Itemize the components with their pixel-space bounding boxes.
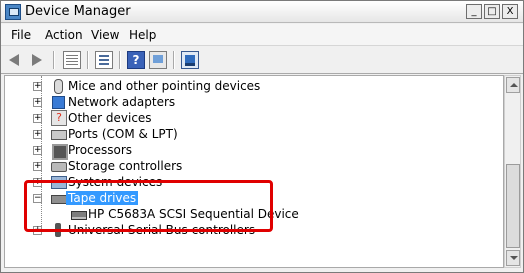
tree-item-label: Ports (COM & LPT) <box>68 127 178 141</box>
tree-item-label: Processors <box>68 143 133 157</box>
tree-item-label: Network adapters <box>68 95 176 109</box>
toolbar-separator <box>119 51 121 69</box>
annotation-highlight-box <box>24 180 273 232</box>
help-icon[interactable]: ? <box>127 51 145 69</box>
menu-action[interactable]: Action <box>45 28 83 42</box>
toolbar-separator <box>87 51 89 69</box>
expand-icon[interactable]: + <box>33 146 42 155</box>
network-adapter-icon <box>50 94 66 110</box>
device-manager-icon <box>5 4 21 20</box>
scroll-up-icon[interactable] <box>506 77 520 93</box>
storage-controller-icon <box>50 158 67 174</box>
menu-view[interactable]: View <box>91 28 119 42</box>
processor-icon <box>50 142 68 160</box>
tree-item-ports[interactable]: + Ports (COM & LPT) <box>5 126 503 142</box>
toolbar-separator <box>173 51 175 69</box>
scrollbar-thumb[interactable] <box>506 164 520 248</box>
toolbar-separator <box>53 51 55 69</box>
device-tree[interactable]: + Mice and other pointing devices + Netw… <box>4 75 504 268</box>
menu-bar: File Action View Help <box>1 24 523 46</box>
expand-icon[interactable]: + <box>33 114 42 123</box>
menu-file[interactable]: File <box>11 28 31 42</box>
expand-icon[interactable]: + <box>33 162 42 171</box>
expand-icon[interactable]: + <box>33 98 42 107</box>
back-icon[interactable] <box>7 51 25 69</box>
window-title: Device Manager <box>25 4 131 19</box>
tree-item-label: Other devices <box>68 111 152 125</box>
device-manager-window: Device Manager _ □ X File Action View He… <box>0 0 524 273</box>
tree-item-mice[interactable]: + Mice and other pointing devices <box>5 78 503 94</box>
expand-icon[interactable]: + <box>33 82 42 91</box>
title-bar: Device Manager _ □ X <box>1 1 523 23</box>
tree-item-storage-controllers[interactable]: + Storage controllers <box>5 158 503 174</box>
show-hide-console-tree-icon[interactable] <box>63 51 81 69</box>
tree-item-processors[interactable]: + Processors <box>5 142 503 160</box>
expand-icon[interactable]: + <box>33 130 42 139</box>
tree-item-other-devices[interactable]: + Other devices <box>5 110 503 126</box>
tree-item-label: Storage controllers <box>68 159 183 173</box>
tree-item-label: Mice and other pointing devices <box>68 79 261 93</box>
minimize-button[interactable]: _ <box>466 4 482 19</box>
menu-help[interactable]: Help <box>129 28 156 42</box>
other-devices-icon <box>50 110 67 126</box>
update-driver-icon[interactable] <box>149 51 167 69</box>
scroll-down-icon[interactable] <box>506 250 520 266</box>
scan-hardware-icon[interactable] <box>181 51 199 69</box>
mouse-icon <box>50 78 66 94</box>
close-button[interactable]: X <box>502 4 518 19</box>
tree-item-network-adapters[interactable]: + Network adapters <box>5 94 503 110</box>
port-icon <box>50 126 67 142</box>
toolbar: ? <box>1 47 523 74</box>
properties-icon[interactable] <box>95 51 113 69</box>
vertical-scrollbar[interactable] <box>504 75 521 268</box>
maximize-button[interactable]: □ <box>484 4 500 19</box>
forward-icon[interactable] <box>27 51 45 69</box>
